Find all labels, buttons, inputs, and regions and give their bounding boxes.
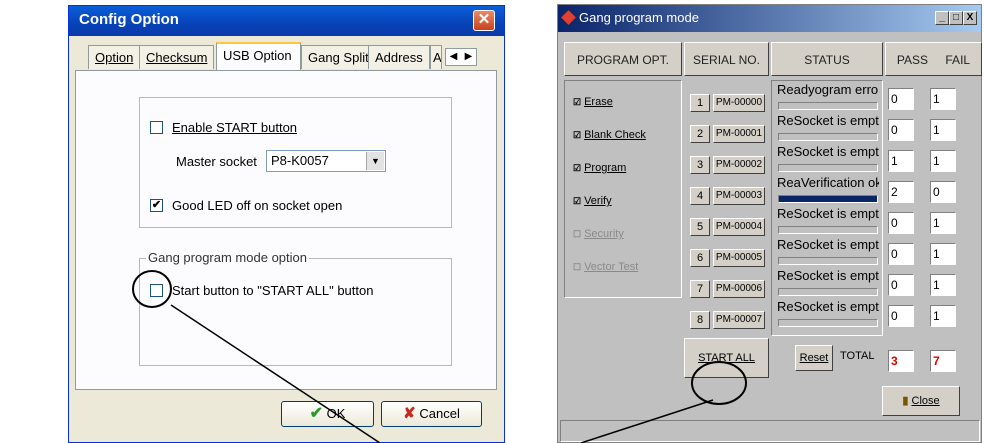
tab-usb-option[interactable]: USB Option	[216, 42, 301, 70]
annotation-overlay	[132, 270, 747, 443]
annotation-circle-start-all	[691, 361, 747, 405]
annotation-line-right	[580, 399, 714, 443]
annotation-circle-checkbox	[132, 270, 172, 308]
annotation-line-left	[170, 304, 381, 443]
